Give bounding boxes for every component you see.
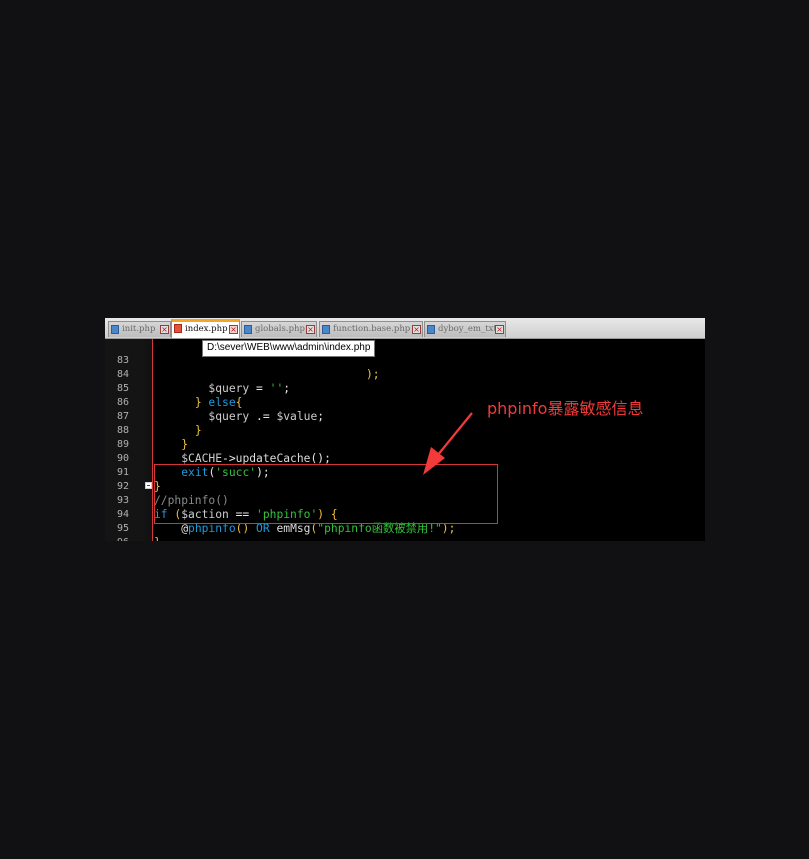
file-path-tooltip: D:\sever\WEB\www\admin\index.php [202, 340, 376, 357]
arrow-shaft [436, 412, 473, 457]
arrow-icon [423, 412, 473, 475]
editor-screenshot: init.php × index.php × globals.php × fun… [105, 318, 705, 541]
annotation-label: phpinfo暴露敏感信息 [487, 399, 644, 418]
